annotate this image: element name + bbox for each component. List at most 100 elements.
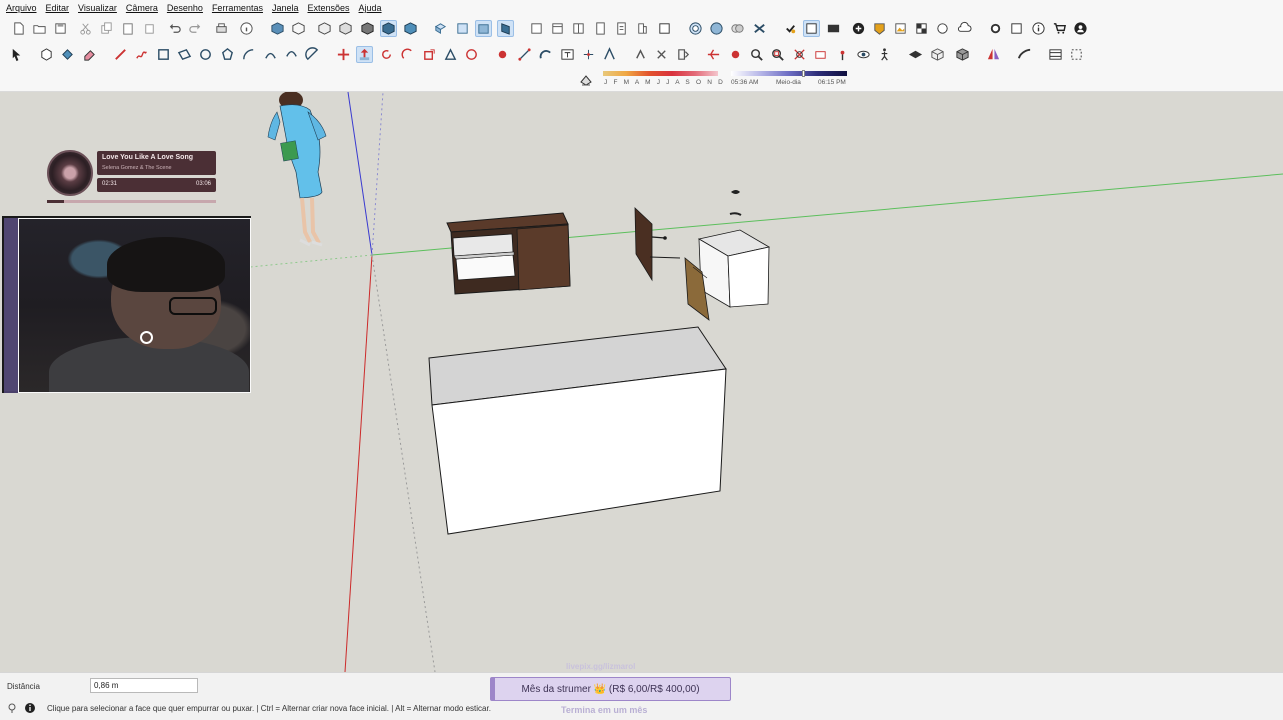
account-icon[interactable] xyxy=(1072,20,1089,37)
monochrome-style-icon[interactable] xyxy=(380,20,397,37)
rotate-icon[interactable] xyxy=(378,46,395,63)
textured-style-icon[interactable] xyxy=(359,20,376,37)
checker-icon[interactable] xyxy=(913,20,930,37)
print-icon[interactable] xyxy=(213,20,230,37)
dotted-frame-icon[interactable] xyxy=(1068,46,1085,63)
warehouse-icon[interactable] xyxy=(687,20,704,37)
arc-icon[interactable] xyxy=(240,46,257,63)
undo-icon[interactable] xyxy=(166,20,183,37)
cloud-icon[interactable] xyxy=(956,20,973,37)
text-icon[interactable] xyxy=(559,46,576,63)
menu-extensoes[interactable]: Extensões xyxy=(308,3,350,13)
make-component-icon[interactable] xyxy=(38,46,55,63)
two-point-arc-icon[interactable] xyxy=(262,46,279,63)
pan-hand-icon[interactable] xyxy=(727,46,744,63)
walk-person-icon[interactable] xyxy=(876,46,893,63)
menu-visualizar[interactable]: Visualizar xyxy=(78,3,117,13)
hardware-pieces[interactable] xyxy=(729,190,742,216)
rectangle-icon[interactable] xyxy=(155,46,172,63)
shadow-toggle-icon[interactable] xyxy=(579,73,593,87)
menu-arquivo[interactable]: Arquivo xyxy=(6,3,37,13)
protractor-icon[interactable] xyxy=(537,46,554,63)
component-options-icon[interactable] xyxy=(803,20,820,37)
scale-figure[interactable] xyxy=(267,92,327,247)
orbit-icon[interactable] xyxy=(705,46,722,63)
menu-camera[interactable]: Câmera xyxy=(126,3,158,13)
pan-icon[interactable] xyxy=(653,46,670,63)
freehand-icon[interactable] xyxy=(133,46,150,63)
paste-icon[interactable] xyxy=(119,20,136,37)
eraser-icon[interactable] xyxy=(81,46,98,63)
add-location-icon[interactable] xyxy=(850,20,867,37)
eye-icon[interactable] xyxy=(855,46,872,63)
push-pull-icon[interactable] xyxy=(356,46,373,63)
xray-style-icon[interactable] xyxy=(269,20,286,37)
shaded-style-icon[interactable] xyxy=(337,20,354,37)
zoom-icon[interactable] xyxy=(748,46,765,63)
menu-desenho[interactable]: Desenho xyxy=(167,3,203,13)
share-model-icon[interactable] xyxy=(729,20,746,37)
3d-text-icon[interactable] xyxy=(601,46,618,63)
menu-ferramentas[interactable]: Ferramentas xyxy=(212,3,263,13)
offset-icon[interactable] xyxy=(442,46,459,63)
scenes-icon[interactable] xyxy=(825,20,842,37)
cart-icon[interactable] xyxy=(1051,20,1068,37)
time-slider-handle[interactable] xyxy=(802,70,805,77)
large-box-counter[interactable] xyxy=(428,326,727,535)
section-display-icon[interactable] xyxy=(656,20,673,37)
scale-icon[interactable] xyxy=(421,46,438,63)
toggle-terrain-icon[interactable] xyxy=(871,20,888,37)
section-fill-icon[interactable] xyxy=(634,20,651,37)
previous-view-icon[interactable] xyxy=(675,46,692,63)
modeling-viewport[interactable]: Love You Like A Love Song Selena Gomez &… xyxy=(0,92,1283,672)
erase-icon[interactable] xyxy=(141,20,158,37)
dimension-icon[interactable] xyxy=(516,46,533,63)
copy-icon[interactable] xyxy=(98,20,115,37)
mirror-icon[interactable] xyxy=(985,46,1002,63)
layout-icon[interactable] xyxy=(1047,46,1064,63)
paint-bucket-icon[interactable] xyxy=(59,46,76,63)
geolocation-icon[interactable] xyxy=(6,702,18,714)
three-point-arc-icon[interactable] xyxy=(283,46,300,63)
settings-gear-icon[interactable] xyxy=(987,20,1004,37)
parallel-projection-icon[interactable] xyxy=(907,46,924,63)
polygon-icon[interactable] xyxy=(219,46,236,63)
cabinet-with-drawers[interactable] xyxy=(446,212,571,295)
bottom-view-icon[interactable] xyxy=(570,20,587,37)
extension-warehouse-icon[interactable] xyxy=(751,20,768,37)
right-view-icon[interactable] xyxy=(497,20,514,37)
pie-icon[interactable] xyxy=(304,46,321,63)
menu-janela[interactable]: Janela xyxy=(272,3,299,13)
model-info-icon[interactable] xyxy=(238,20,255,37)
color-style-icon[interactable] xyxy=(402,20,419,37)
look-around-icon[interactable] xyxy=(834,46,851,63)
wireframe-style-icon[interactable] xyxy=(290,20,307,37)
info-icon[interactable] xyxy=(1030,20,1047,37)
menu-ajuda[interactable]: Ajuda xyxy=(359,3,382,13)
white-cube-module[interactable] xyxy=(684,229,771,321)
move-icon[interactable] xyxy=(335,46,352,63)
redo-icon[interactable] xyxy=(187,20,204,37)
left-view-icon[interactable] xyxy=(549,20,566,37)
zoom-extents-icon[interactable] xyxy=(791,46,808,63)
axes-icon[interactable] xyxy=(580,46,597,63)
section-cut-icon[interactable] xyxy=(613,20,630,37)
date-slider[interactable] xyxy=(603,71,718,76)
instructor-info-icon[interactable] xyxy=(24,702,36,714)
new-file-icon[interactable] xyxy=(10,20,27,37)
extension-manager-icon[interactable] xyxy=(782,20,799,37)
rotated-rectangle-icon[interactable] xyxy=(176,46,193,63)
photo-texture-icon[interactable] xyxy=(892,20,909,37)
flip-icon[interactable] xyxy=(463,46,480,63)
select-arrow-icon[interactable] xyxy=(8,46,25,63)
time-slider[interactable] xyxy=(731,71,847,76)
cut-icon[interactable] xyxy=(77,20,94,37)
section-plane-icon[interactable] xyxy=(592,20,609,37)
menu-editar[interactable]: Editar xyxy=(46,3,70,13)
open-folder-icon[interactable] xyxy=(31,20,48,37)
line-pencil-icon[interactable] xyxy=(112,46,129,63)
box-grey-icon[interactable] xyxy=(954,46,971,63)
window-icon[interactable] xyxy=(1008,20,1025,37)
position-camera-icon[interactable] xyxy=(812,46,829,63)
front-view-icon[interactable] xyxy=(475,20,492,37)
